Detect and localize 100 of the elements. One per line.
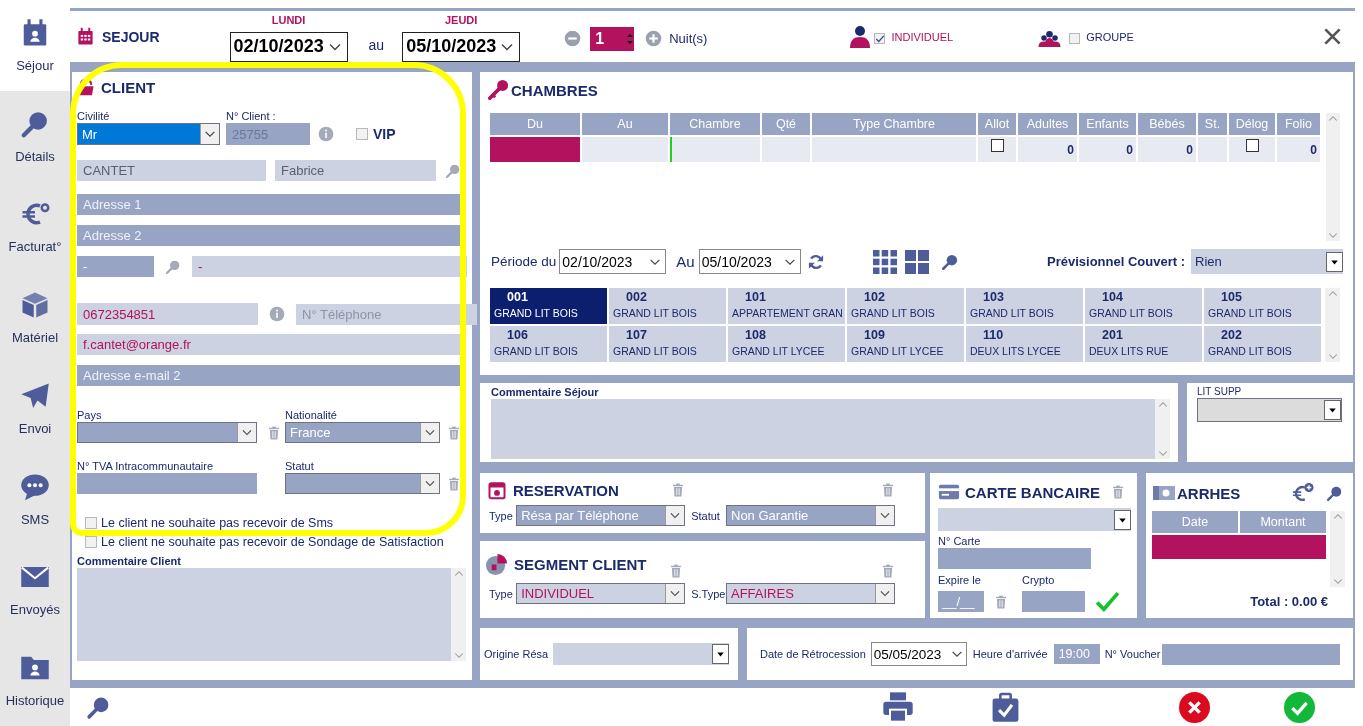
first-name-field[interactable]: Fabrice (275, 160, 436, 181)
trash-icon (671, 482, 685, 498)
extra-bed-dropdown[interactable] (1197, 398, 1342, 422)
close-button[interactable] (1323, 27, 1342, 46)
column-header: Chambre (670, 113, 760, 135)
field-label: Date de Rétrocession (760, 648, 866, 660)
room-tile[interactable]: 105 GRAND LIT BOIS (1204, 288, 1321, 324)
field-label: N° Carte (938, 535, 982, 548)
date-picker[interactable]: 05/05/2023 (870, 642, 967, 666)
date-picker[interactable]: 05/10/2023 (698, 249, 801, 274)
comment-field[interactable] (77, 568, 466, 661)
last-name-field[interactable]: CANTET (77, 160, 266, 181)
search-icon (165, 258, 181, 275)
mobile-field[interactable]: 0672354851 (77, 303, 258, 325)
civility-dropdown[interactable]: Mr (77, 123, 220, 145)
checkbox[interactable] (1245, 139, 1259, 152)
column-header: Date (1152, 511, 1238, 533)
print-button[interactable] (882, 691, 914, 723)
room-tile[interactable]: 202 GRAND LIT BOIS (1204, 326, 1321, 362)
sidebar-item[interactable]: Facturat° (0, 181, 70, 273)
sidebar-item[interactable]: SMS (0, 453, 70, 545)
field-label: Statut (691, 509, 721, 522)
sidebar-item[interactable]: Matériel (0, 272, 70, 363)
calendar-icon (487, 480, 507, 500)
room-tile[interactable]: 001 GRAND LIT BOIS (490, 288, 607, 324)
scrollbar[interactable] (1155, 399, 1170, 459)
sidebar-item[interactable]: Envoyés (0, 544, 70, 636)
room-tile[interactable]: 104 GRAND LIT BOIS (1085, 288, 1202, 324)
checkbox[interactable] (990, 139, 1004, 152)
field-label: Civilité (77, 110, 111, 122)
room-tile[interactable]: 110 DEUX LITS LYCEE (966, 326, 1083, 362)
sidebar-item[interactable]: Séjour (0, 0, 70, 91)
comment-field[interactable] (491, 399, 1170, 459)
plus-icon (645, 30, 663, 47)
cancel-button[interactable] (1179, 691, 1210, 723)
field-label: Commentaire Client (77, 555, 182, 568)
date-picker[interactable]: 02/10/2023 (229, 31, 348, 62)
add-euro-icon (1292, 482, 1314, 504)
date-picker[interactable]: 02/10/2023 (559, 249, 667, 274)
table-cell: 0 (1138, 137, 1196, 162)
sidebar-item[interactable]: Détails (0, 90, 70, 182)
panel-title: RESERVATION (513, 481, 619, 499)
covers-dropdown[interactable]: Rien (1191, 249, 1343, 274)
phone-field[interactable]: N° Téléphone (296, 303, 477, 325)
crypto-field[interactable] (1022, 591, 1085, 612)
origin-dropdown[interactable] (553, 643, 729, 665)
confirm-button[interactable] (1284, 691, 1315, 723)
info-icon (318, 126, 334, 142)
type-dropdown[interactable]: INDIVIDUEL (516, 583, 686, 604)
mode-label: INDIVIDUEL (891, 30, 954, 43)
voucher-field[interactable] (1162, 643, 1340, 665)
chevron-icon (665, 506, 685, 525)
room-tile[interactable]: 102 GRAND LIT BOIS (847, 288, 964, 324)
checklist-button[interactable] (990, 691, 1021, 723)
minus-icon (564, 30, 582, 47)
date-picker[interactable]: 05/10/2023 (402, 31, 521, 62)
card-number-field[interactable] (938, 548, 1091, 569)
scrollbar[interactable] (451, 568, 466, 661)
checkbox[interactable] (874, 33, 886, 44)
section-title: SEJOUR (102, 28, 160, 45)
room-tile[interactable]: 107 GRAND LIT BOIS (609, 326, 726, 362)
panel-title: SEGMENT CLIENT (514, 555, 647, 573)
scrollbar[interactable] (1325, 288, 1340, 362)
table-cell: 0 (1277, 137, 1320, 162)
field-label: Origine Résa (484, 648, 550, 660)
room-tile[interactable]: 103 GRAND LIT BOIS (966, 288, 1083, 324)
tile-view-icon (904, 249, 929, 274)
table-cell: 0 (1079, 137, 1136, 162)
card-dropdown[interactable] (938, 508, 1131, 531)
country-dropdown[interactable] (77, 422, 257, 443)
room-tile[interactable]: 109 GRAND LIT LYCEE (847, 326, 964, 362)
column-header: Adultes (1018, 113, 1077, 135)
room-tile[interactable]: 201 DEUX LITS RUE (1085, 326, 1202, 362)
panel-title: CARTE BANCAIRE (965, 483, 1100, 501)
sidebar-item[interactable]: Historique (0, 635, 70, 726)
chevron-icon (200, 124, 219, 144)
checkbox[interactable] (356, 128, 368, 140)
city-field[interactable]: - (192, 256, 467, 277)
scrollbar[interactable] (1330, 511, 1345, 587)
field-label: Commentaire Séjour (491, 386, 600, 399)
nights-spinner[interactable]: 1 (590, 26, 635, 51)
weekday-label: LUNDI (271, 13, 306, 28)
field-label: Statut (285, 460, 315, 472)
column-header: Type Chambre (812, 113, 976, 135)
room-tile[interactable]: 106 GRAND LIT BOIS (490, 326, 607, 362)
trash-icon (881, 563, 895, 579)
scrollbar[interactable] (1326, 113, 1340, 241)
status-dropdown[interactable] (285, 473, 440, 494)
vat-number-field[interactable] (77, 473, 257, 494)
sidebar-item[interactable]: Envoi (0, 363, 70, 454)
table-cell: 0 (1018, 137, 1077, 162)
trash-icon (881, 482, 895, 498)
room-tile[interactable]: 002 GRAND LIT BOIS (609, 288, 726, 324)
column-header: Montant (1240, 511, 1326, 533)
room-tile[interactable]: 108 GRAND LIT LYCEE (728, 326, 845, 362)
checkbox[interactable] (1069, 33, 1081, 44)
room-tile[interactable]: 101 APPARTEMENT GRAN (728, 288, 845, 324)
checkbox[interactable] (85, 536, 97, 548)
subtype-dropdown[interactable]: AFFAIRES (726, 583, 895, 604)
checkbox[interactable] (85, 517, 97, 529)
